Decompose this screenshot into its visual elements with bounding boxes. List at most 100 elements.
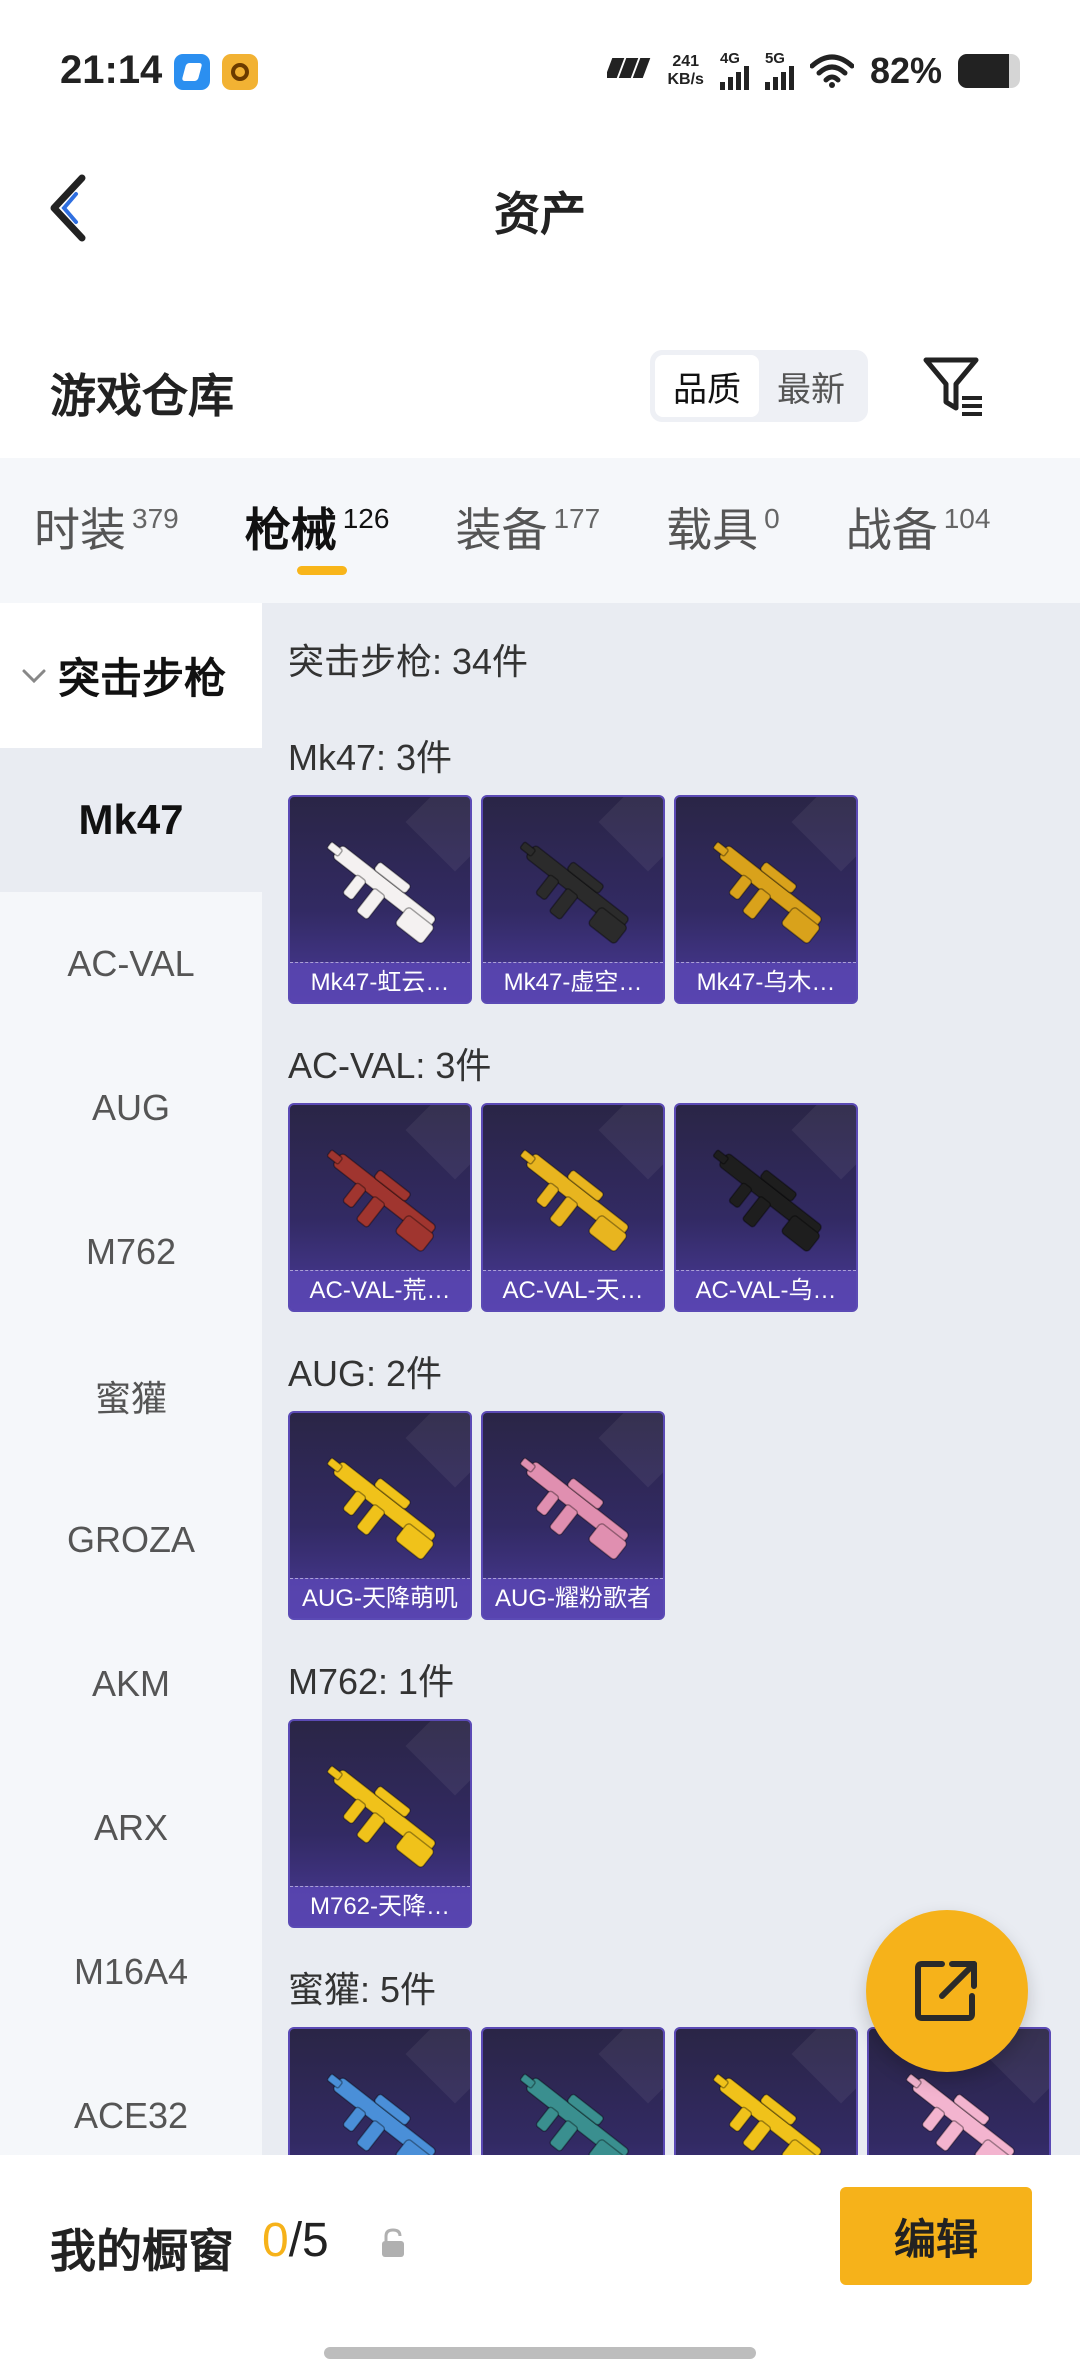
warehouse-title: 游戏仓库 <box>50 370 234 422</box>
weapon-sidebar: 突击步枪 Mk47 AC-VAL AUG M762 蜜獾 GROZA AKM A… <box>0 603 262 2155</box>
tab-label: 装备 <box>455 504 548 556</box>
weapon-card-label: AC-VAL-乌… <box>676 1270 856 1310</box>
weapon-card[interactable]: AC-VAL-乌… <box>674 1103 858 1312</box>
status-bar: 21:14 241 KB/s 4G 5G 82% <box>0 0 1080 140</box>
rifle-icon <box>326 1457 436 1560</box>
weapon-card-label: AC-VAL-荒… <box>290 1270 470 1310</box>
weapon-card[interactable] <box>288 2027 472 2155</box>
weapon-card[interactable] <box>674 2027 858 2155</box>
weapon-card[interactable]: AUG-耀粉歌者 <box>481 1411 665 1620</box>
sidebar-group-assault-rifles[interactable]: 突击步枪 <box>0 603 262 748</box>
chevron-down-icon <box>22 669 46 683</box>
app-header: 资产 <box>0 140 1080 270</box>
tab-supplies[interactable]: 战备 104 <box>846 458 991 603</box>
signal-icon <box>719 66 749 90</box>
showcase-label: 我的橱窗 <box>50 2225 234 2277</box>
sidebar-item-ac-val[interactable]: AC-VAL <box>0 892 262 1036</box>
sidebar-item-mk47[interactable]: Mk47 <box>0 748 262 892</box>
rifle-icon <box>712 841 822 944</box>
weapon-card-label: M762-天降… <box>290 1886 470 1926</box>
sidebar-item-m16a4[interactable]: M16A4 <box>0 1900 262 2044</box>
showcase-count-total: /5 <box>288 2214 329 2267</box>
weapon-card-label: Mk47-乌木… <box>676 962 856 1002</box>
sidebar-item-arx[interactable]: ARX <box>0 1756 262 1900</box>
weapon-card-label: AC-VAL-天… <box>483 1270 663 1310</box>
tab-count: 126 <box>342 503 390 534</box>
rifle-icon <box>519 1457 629 1560</box>
sidebar-item-honey-badger[interactable]: 蜜獾 <box>0 1324 262 1468</box>
lock-icon <box>382 2228 404 2257</box>
section-heading: 蜜獾: 5件 <box>288 1969 437 2010</box>
category-summary: 突击步枪: 34件 <box>288 641 529 682</box>
sidebar-item-m762[interactable]: M762 <box>0 1180 262 1324</box>
tab-firearms[interactable]: 枪械 126 <box>244 458 390 603</box>
rifle-icon <box>712 1149 822 1252</box>
warehouse-header: 游戏仓库 品质 最新 <box>0 330 1080 450</box>
tab-label: 载具 <box>666 504 759 556</box>
signal-sim1: 4G <box>719 51 749 90</box>
section-heading: Mk47: 3件 <box>288 737 453 778</box>
weapon-card[interactable]: Mk47-乌木… <box>674 795 858 1004</box>
tab-equipment[interactable]: 装备 177 <box>455 458 600 603</box>
tab-label: 枪械 <box>244 504 337 556</box>
filter-icon[interactable] <box>920 352 986 418</box>
hd-icon <box>605 52 651 91</box>
rifle-icon <box>519 841 629 944</box>
weapon-card[interactable]: Mk47-虹云… <box>288 795 472 1004</box>
app-icon-orange <box>222 54 258 90</box>
weapon-card-label: Mk47-虹云… <box>290 962 470 1002</box>
item-grid: Mk47-虹云… Mk47-虚空… Mk47-乌木… <box>288 795 858 1004</box>
tab-count: 104 <box>943 503 991 534</box>
sim2-label: 5G <box>764 50 785 67</box>
home-indicator[interactable] <box>324 2347 756 2359</box>
sidebar-item-aug[interactable]: AUG <box>0 1036 262 1180</box>
signal-icon <box>764 66 794 90</box>
weapon-card[interactable]: M762-天降… <box>288 1719 472 1928</box>
share-button[interactable] <box>866 1910 1028 2072</box>
sidebar-group-label: 突击步枪 <box>58 655 227 702</box>
signal-sim2: 5G <box>764 50 794 90</box>
tab-count: 0 <box>764 503 780 534</box>
weapon-card[interactable] <box>481 2027 665 2155</box>
weapon-card[interactable]: AC-VAL-荒… <box>288 1103 472 1312</box>
item-grid: AC-VAL-荒… AC-VAL-天… AC-VAL-乌… <box>288 1103 858 1312</box>
battery-icon <box>958 54 1020 88</box>
tab-count: 379 <box>132 503 179 534</box>
section-heading: AUG: 2件 <box>288 1353 443 1394</box>
app-icon-blue <box>174 54 210 90</box>
edit-button[interactable]: 编辑 <box>840 2187 1032 2285</box>
tab-label: 战备 <box>845 504 938 556</box>
battery-percent: 82% <box>869 50 942 91</box>
weapon-card-label: AUG-耀粉歌者 <box>483 1578 663 1618</box>
weapon-card[interactable]: AC-VAL-天… <box>481 1103 665 1312</box>
tab-vehicles[interactable]: 载具 0 <box>666 458 780 603</box>
share-external-icon <box>915 1961 977 2021</box>
rifle-icon <box>326 1149 436 1252</box>
showcase-bar: 我的橱窗 0/5 编辑 <box>0 2155 1080 2375</box>
network-speed: 241 KB/s <box>667 53 703 89</box>
weapon-card[interactable]: Mk47-虚空… <box>481 795 665 1004</box>
active-tab-indicator <box>296 566 347 575</box>
item-grid: AUG-天降萌叽 AUG-耀粉歌者 <box>288 1411 665 1620</box>
sort-option-quality[interactable]: 品质 <box>655 355 759 417</box>
sidebar-item-akm[interactable]: AKM <box>0 1612 262 1756</box>
tab-fashion[interactable]: 时装 379 <box>34 458 179 603</box>
weapon-card-label: Mk47-虚空… <box>483 962 663 1002</box>
section-heading: AC-VAL: 3件 <box>288 1045 492 1086</box>
battery-fill <box>958 54 1009 88</box>
showcase-count: 0/5 <box>262 2213 329 2268</box>
rifle-icon <box>326 1765 436 1868</box>
rifle-icon <box>519 1149 629 1252</box>
rifle-icon <box>712 2073 822 2155</box>
wifi-icon <box>809 54 854 88</box>
sidebar-item-groza[interactable]: GROZA <box>0 1468 262 1612</box>
sort-toggle: 品质 最新 <box>650 350 868 422</box>
section-heading: M762: 1件 <box>288 1661 455 1702</box>
sort-option-newest[interactable]: 最新 <box>759 355 863 417</box>
weapon-card[interactable]: AUG-天降萌叽 <box>288 1411 472 1620</box>
network-speed-value: 241 <box>672 53 700 70</box>
page-title: 资产 <box>494 188 586 240</box>
showcase-count-current: 0 <box>262 2214 289 2267</box>
rifle-icon <box>519 2073 629 2155</box>
weapon-card-label: AUG-天降萌叽 <box>290 1578 470 1618</box>
